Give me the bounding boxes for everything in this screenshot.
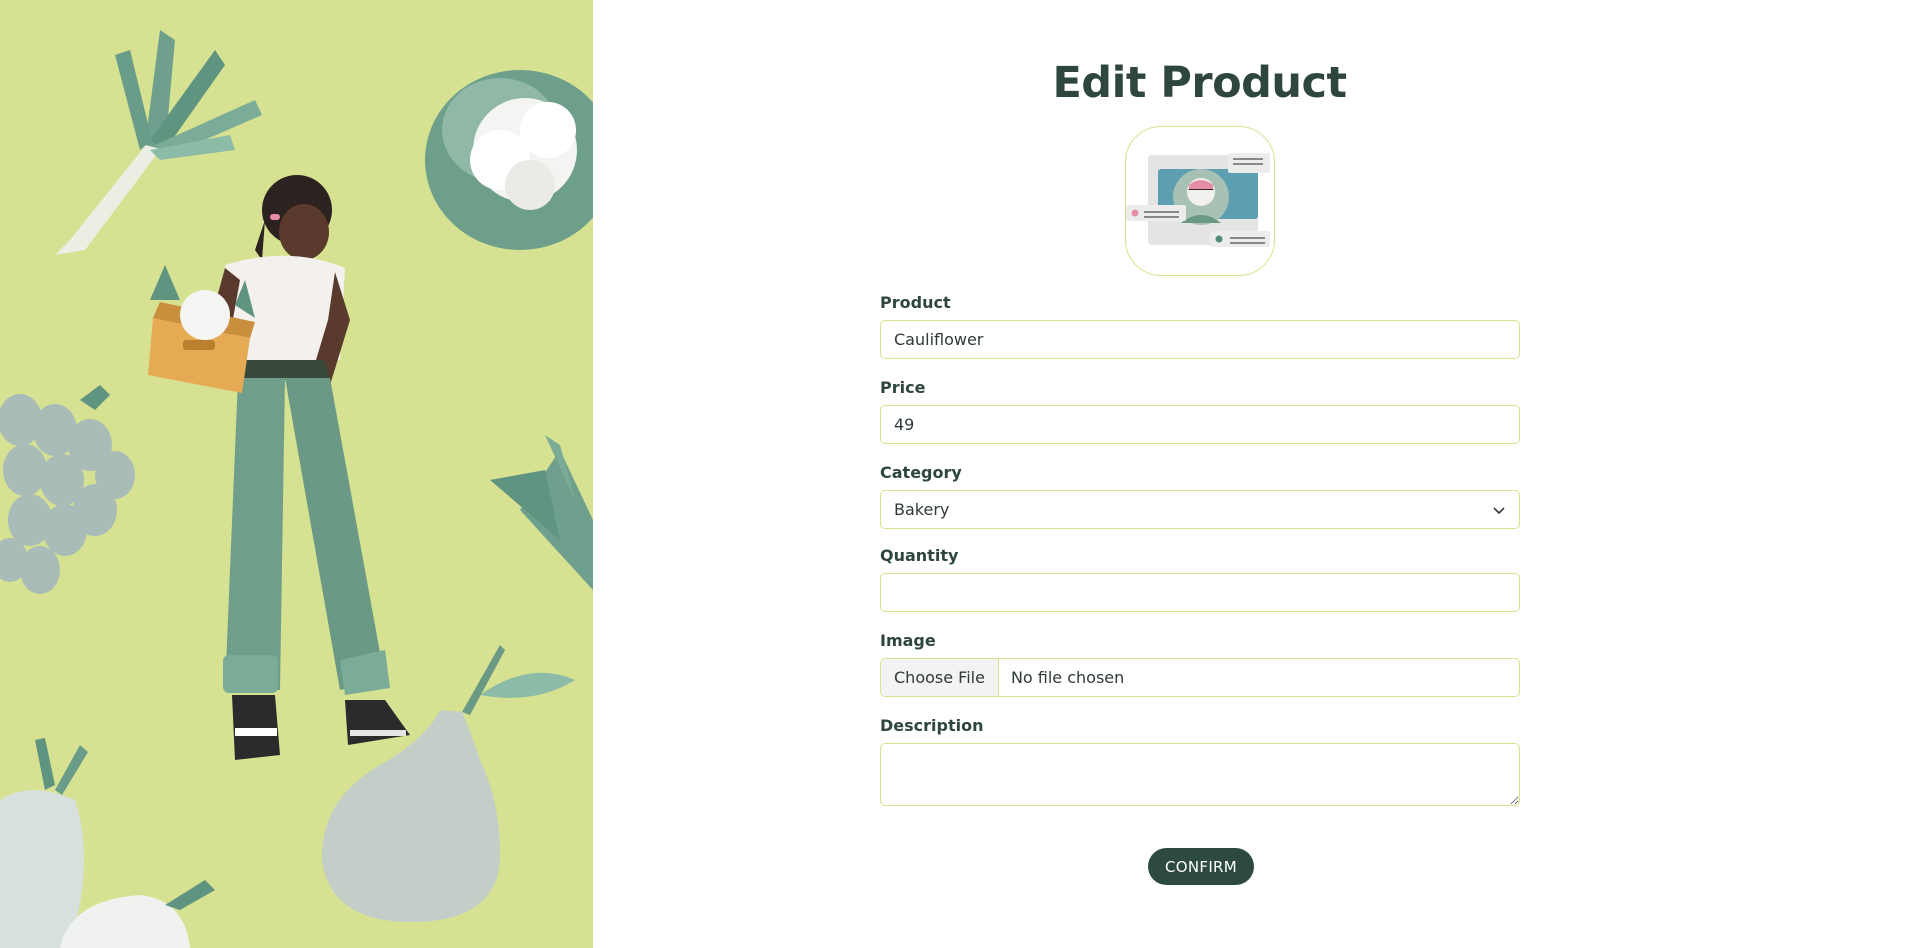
edit-product-form: Product Price Category Bakery Quantity I…	[880, 292, 1520, 824]
image-label: Image	[880, 631, 936, 650]
price-label: Price	[880, 378, 926, 397]
category-select[interactable]: Bakery	[880, 490, 1520, 529]
quantity-label: Quantity	[880, 546, 959, 565]
profile-illustration-icon	[1126, 153, 1270, 247]
hero-illustration-panel	[0, 0, 593, 948]
image-file-input[interactable]: Choose File No file chosen	[880, 658, 1520, 697]
description-label: Description	[880, 716, 984, 735]
file-status-text: No file chosen	[1010, 668, 1125, 687]
edit-product-panel: Edit Product Product Cauliflower Price 4…	[593, 0, 1920, 948]
description-textarea[interactable]	[880, 743, 1520, 806]
image-field-group: Image Choose File No file chosen	[880, 630, 1520, 697]
product-input[interactable]	[880, 320, 1520, 359]
woman-figure-icon	[148, 175, 410, 760]
grapes-icon	[0, 385, 135, 594]
price-field-group: Price	[880, 377, 1520, 444]
category-field-group: Category Bakery	[880, 462, 1520, 529]
chevron-down-icon	[1493, 506, 1505, 514]
leek-icon	[55, 30, 262, 255]
quantity-input[interactable]	[880, 573, 1520, 612]
category-label: Category	[880, 463, 962, 482]
choose-file-button[interactable]: Choose File	[881, 659, 999, 696]
category-selected-value: Bakery	[894, 500, 950, 519]
price-input[interactable]	[880, 405, 1520, 444]
leek-right-icon	[490, 435, 593, 590]
profile-card-icon	[1125, 126, 1275, 276]
quantity-field-group: Quantity	[880, 545, 1520, 612]
page-title: Edit Product	[1052, 58, 1347, 108]
confirm-button[interactable]: CONFIRM	[1148, 848, 1254, 885]
description-field-group: Description	[880, 715, 1520, 806]
product-label: Product	[880, 293, 951, 312]
grocery-illustration	[0, 30, 593, 948]
product-field-group: Product	[880, 292, 1520, 359]
radish-icon	[0, 738, 215, 948]
cauliflower-icon	[425, 70, 593, 250]
